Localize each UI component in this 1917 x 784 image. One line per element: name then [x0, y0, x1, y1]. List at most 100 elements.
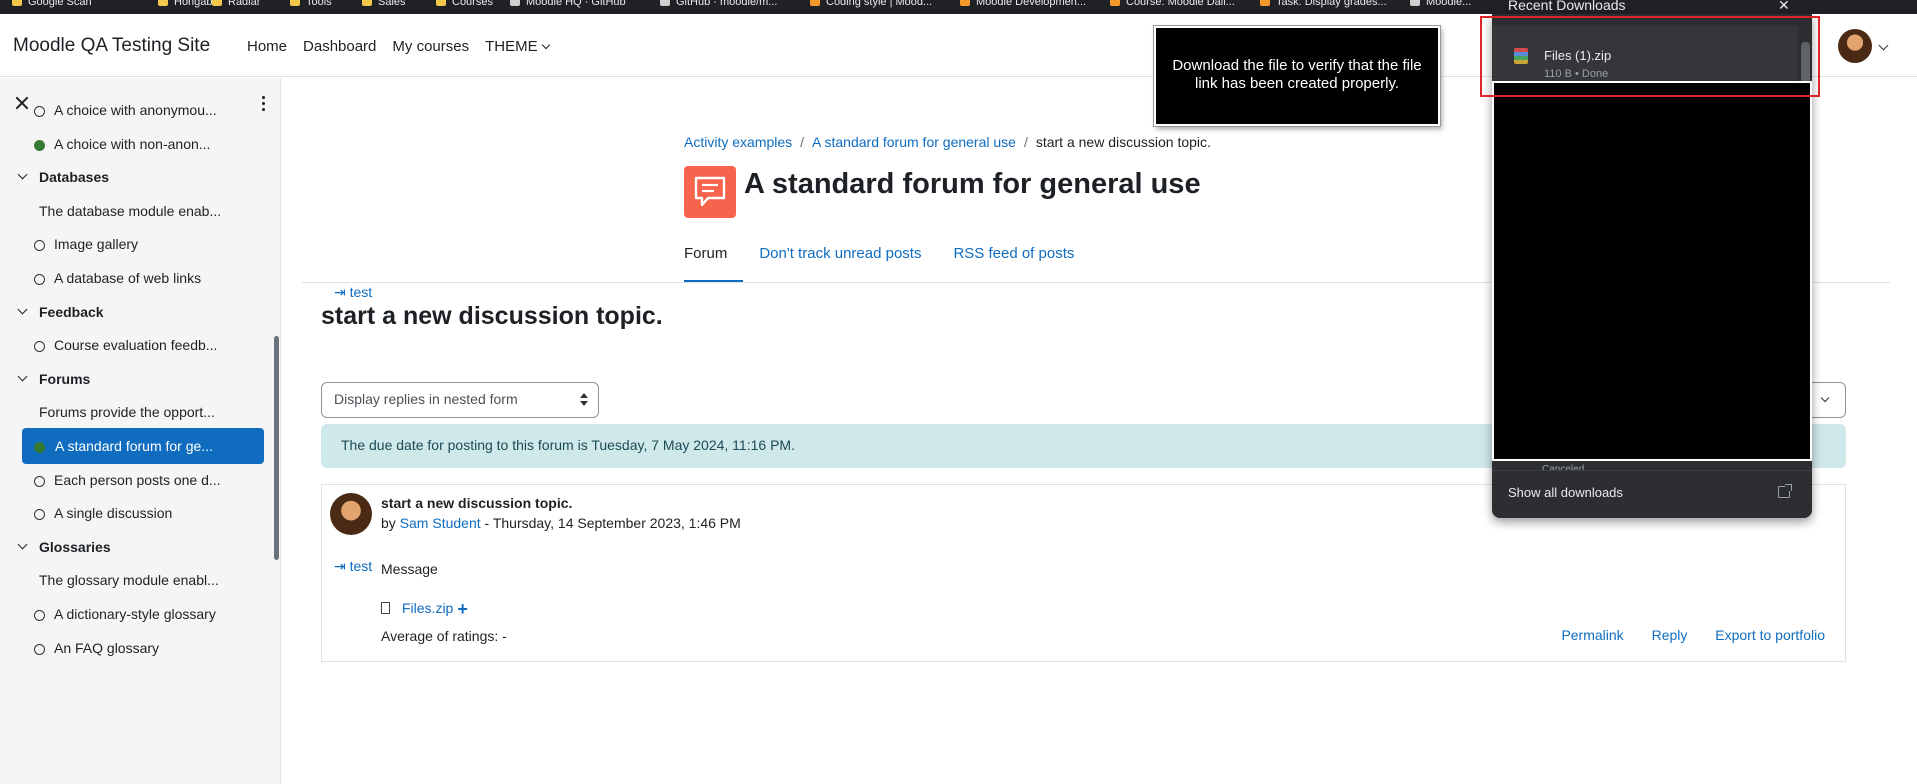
chevron-down-icon[interactable]: [1878, 40, 1889, 51]
sidebar-item-label: Glossaries: [39, 538, 111, 555]
sidebar-item-label: The database module enab...: [39, 202, 222, 219]
sidebar-item-label: Forums: [39, 370, 91, 387]
bookmark-folder-icon: [158, 0, 168, 6]
sidebar-item-each-person-posts-one-d[interactable]: Each person posts one d...: [0, 462, 270, 498]
downloads-title: Recent Downloads: [1508, 0, 1626, 13]
author-avatar[interactable]: [330, 493, 372, 535]
bookmark-label: Moodle Developmen...: [976, 0, 1087, 8]
bookmark-folder-icon: [960, 0, 970, 6]
downloads-header: Recent Downloads ✕: [1490, 0, 1810, 14]
sidebar-item-forums-provide-the-opport[interactable]: Forums provide the opport...: [0, 394, 270, 430]
nav-theme-menu[interactable]: THEME: [477, 38, 557, 55]
completion-done-icon: [34, 139, 45, 151]
sidebar-item-a-dictionary-style-glossary[interactable]: A dictionary-style glossary: [0, 596, 270, 632]
breadcrumb-separator: /: [800, 134, 805, 150]
chevron-down-icon: [541, 40, 550, 50]
bookmark-folder-icon: [436, 0, 446, 6]
select-arrows-icon: [580, 393, 588, 407]
secondary-nav: Forum Don't track unread posts RSS feed …: [684, 243, 1106, 283]
sidebar-item-label: A standard forum for ge...: [55, 438, 213, 454]
discussion-nav-link-top[interactable]: ⇥ test: [334, 284, 372, 301]
plus-icon[interactable]: +: [457, 599, 468, 619]
divider: [1492, 470, 1812, 471]
sidebar-item-the-database-module-enab[interactable]: The database module enab...: [0, 193, 270, 229]
bookmark-label: Task: Display grades...: [1276, 0, 1387, 8]
nav-theme-label: THEME: [485, 38, 538, 55]
bookmark-item[interactable]: Moodle HQ · GitHub: [510, 0, 626, 10]
instruction-tooltip: Download the file to verify that the fil…: [1154, 26, 1440, 126]
bookmark-item[interactable]: Sales: [362, 0, 406, 10]
completion-done-icon: [34, 442, 45, 453]
export-portfolio-link[interactable]: Export to portfolio: [1715, 627, 1825, 643]
sidebar-item-label: Feedback: [39, 303, 104, 320]
sidebar-section-glossaries[interactable]: Glossaries: [0, 529, 270, 565]
sidebar-item-a-single-discussion[interactable]: A single discussion: [0, 495, 270, 531]
external-link-icon[interactable]: [1778, 484, 1792, 498]
sidebar-item-course-evaluation-feedb[interactable]: Course evaluation feedb...: [0, 327, 270, 363]
bookmark-item[interactable]: Google Scan: [12, 0, 92, 10]
post-message: Message: [381, 561, 438, 577]
discussion-nav-link-bottom[interactable]: ⇥ test: [334, 558, 372, 575]
sidebar-item-label: A single discussion: [54, 505, 173, 522]
tab-forum[interactable]: Forum: [684, 243, 744, 283]
bookmark-label: Moodle...: [1426, 0, 1472, 8]
sidebar-item-label: A database of web links: [54, 270, 202, 286]
bookmark-item[interactable]: GitHub · moodle/m...: [660, 0, 777, 10]
reply-link[interactable]: Reply: [1652, 627, 1688, 643]
nav-my-courses[interactable]: My courses: [384, 38, 477, 55]
close-icon[interactable]: ✕: [1778, 0, 1790, 14]
sidebar-item-a-choice-with-anonymou[interactable]: A choice with anonymou...: [0, 92, 270, 128]
bookmark-item[interactable]: Course: Moodle Dail...: [1110, 0, 1235, 10]
bookmark-item[interactable]: Coding style | Mood...: [810, 0, 932, 10]
file-icon: [381, 602, 390, 614]
sidebar-section-databases[interactable]: Databases: [0, 159, 270, 195]
post-subject: start a new discussion topic.: [381, 495, 573, 511]
bookmark-item[interactable]: Moodle Developmen...: [960, 0, 1086, 10]
chevron-down-icon[interactable]: [17, 371, 28, 382]
sidebar-item-a-database-of-web-links[interactable]: A database of web links: [0, 260, 270, 296]
nav-dashboard[interactable]: Dashboard: [295, 38, 384, 55]
post-author-link[interactable]: Sam Student: [400, 515, 481, 531]
sidebar-item-an-faq-glossary[interactable]: An FAQ glossary: [0, 630, 270, 666]
completion-todo-icon: [34, 240, 45, 252]
bookmark-item[interactable]: Moodle...: [1410, 0, 1471, 10]
bookmark-folder-icon: [1410, 0, 1420, 6]
sidebar-section-forums[interactable]: Forums: [0, 361, 270, 397]
breadcrumb-forum[interactable]: A standard forum for general use: [812, 134, 1016, 150]
completion-todo-icon: [34, 610, 45, 621]
sidebar-item-the-glossary-module-enabl[interactable]: The glossary module enabl...: [0, 562, 270, 598]
bookmark-item[interactable]: Task: Display grades...: [1260, 0, 1387, 10]
sidebar-item-a-standard-forum-for-ge[interactable]: A standard forum for ge...: [22, 428, 264, 464]
bookmark-folder-icon: [1110, 0, 1120, 6]
show-all-downloads-link[interactable]: Show all downloads: [1508, 485, 1623, 500]
completion-todo-icon: [34, 106, 45, 117]
chevron-down-icon[interactable]: [17, 304, 28, 315]
bookmark-label: Tools: [306, 0, 332, 8]
chevron-down-icon[interactable]: [17, 539, 28, 550]
user-avatar[interactable]: [1838, 29, 1872, 63]
primary-nav: Home Dashboard My courses THEME: [239, 38, 557, 55]
bookmark-label: Moodle HQ · GitHub: [526, 0, 626, 8]
tab-dont-track-unread[interactable]: Don't track unread posts: [759, 243, 937, 283]
sidebar-item-a-choice-with-non-anon[interactable]: A choice with non-anon...: [0, 126, 270, 162]
breadcrumb-activity-examples[interactable]: Activity examples: [684, 134, 792, 150]
post-attachment: Files.zip +: [381, 599, 468, 620]
chevron-down-icon[interactable]: [17, 169, 28, 180]
permalink-link[interactable]: Permalink: [1561, 627, 1623, 643]
bookmark-item[interactable]: Courses: [436, 0, 493, 10]
sidebar-item-image-gallery[interactable]: Image gallery: [0, 226, 270, 262]
post-actions: Permalink Reply Export to portfolio: [1537, 627, 1825, 643]
bookmark-label: Course: Moodle Dail...: [1126, 0, 1235, 8]
site-name[interactable]: Moodle QA Testing Site: [13, 35, 210, 57]
sidebar-section-feedback[interactable]: Feedback: [0, 294, 270, 330]
attachment-link[interactable]: Files.zip: [402, 600, 453, 616]
sidebar-item-label: A dictionary-style glossary: [54, 606, 216, 622]
bookmark-folder-icon: [660, 0, 670, 6]
display-mode-select[interactable]: Display replies in nested form: [321, 382, 599, 418]
tab-rss-feed[interactable]: RSS feed of posts: [953, 243, 1090, 283]
bookmark-item[interactable]: Radiar: [212, 0, 260, 10]
sidebar-scrollbar[interactable]: [274, 336, 279, 560]
bookmark-label: Sales: [378, 0, 406, 8]
bookmark-item[interactable]: Tools: [290, 0, 332, 10]
nav-home[interactable]: Home: [239, 38, 295, 55]
